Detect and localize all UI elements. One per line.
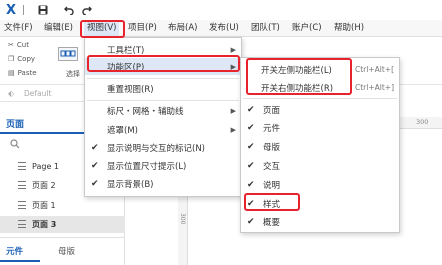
- page-item[interactable]: 页面 2: [18, 178, 56, 192]
- checkmark-icon: ✔: [247, 160, 255, 171]
- scissors-icon: ✂: [8, 41, 14, 49]
- checkmark-icon: ✔: [247, 104, 255, 115]
- menu-item-show-background[interactable]: ✔ 显示背景(B): [85, 175, 241, 192]
- checkmark-icon: ✔: [247, 179, 255, 190]
- page-label: 页面 1: [32, 200, 56, 210]
- copy-icon: ❐: [8, 55, 15, 63]
- checkmark-icon: ✔: [247, 122, 255, 133]
- menu-item-outline-panel[interactable]: ✔ 概要: [241, 213, 399, 230]
- menu-separator: [87, 100, 239, 101]
- highlight-function-area-item: [87, 55, 240, 72]
- menu-edit[interactable]: 编辑(E): [44, 20, 73, 37]
- page-label: Page 1: [32, 161, 59, 171]
- page-icon: [18, 181, 26, 189]
- menu-item-show-position-size[interactable]: ✔ 显示位置尺寸提示(L): [85, 157, 241, 174]
- save-icon[interactable]: [36, 0, 50, 20]
- copy-label: Copy: [17, 55, 36, 63]
- page-label: 页面 3: [32, 219, 57, 229]
- menu-item-ruler-grid-guides[interactable]: 标尺・网格・辅助线 ▶: [85, 102, 241, 119]
- highlight-view-menu: [80, 20, 125, 38]
- style-default-label[interactable]: Default: [24, 89, 51, 98]
- highlight-style-panel-item: [244, 193, 300, 211]
- menu-item-show-notes-markers[interactable]: ✔ 显示说明与交互的标记(N): [85, 139, 241, 156]
- clipboard-icon: ▤: [8, 69, 15, 77]
- menu-item-label: 页面: [263, 105, 281, 116]
- menu-item-mask[interactable]: 遮罩(M) ▶: [85, 121, 241, 138]
- select-mode-icon[interactable]: [58, 47, 78, 61]
- widgets-tab-underline: [0, 260, 40, 262]
- paste-button[interactable]: ▤ Paste: [8, 69, 37, 77]
- menu-publish[interactable]: 发布(U): [209, 20, 239, 37]
- menu-project[interactable]: 项目(P): [128, 20, 157, 37]
- submenu-arrow-icon: ▶: [230, 106, 236, 115]
- menu-team[interactable]: 团队(T): [251, 20, 280, 37]
- menu-separator: [243, 98, 397, 99]
- checkmark-icon: ✔: [91, 160, 99, 171]
- menu-item-shortcut: Ctrl+Alt+[: [355, 65, 394, 74]
- bottom-divider: [0, 237, 125, 238]
- redo-icon[interactable]: [80, 0, 94, 20]
- menu-item-label: 遮罩(M): [107, 125, 138, 136]
- menu-item-label: 元件: [263, 123, 281, 134]
- menu-item-label: 交互: [263, 161, 281, 172]
- title-toolbar: X: [0, 0, 442, 20]
- menu-item-notes-panel[interactable]: ✔ 说明: [241, 176, 399, 193]
- page-item[interactable]: Page 1: [18, 159, 59, 173]
- page-icon: [18, 220, 26, 228]
- page-label: 页面 2: [32, 180, 56, 190]
- cut-button[interactable]: ✂ Cut: [8, 41, 29, 49]
- menu-account[interactable]: 账户(C): [292, 20, 322, 37]
- paste-label: Paste: [17, 69, 37, 77]
- cut-label: Cut: [16, 41, 29, 49]
- menu-layout[interactable]: 布局(A): [168, 20, 197, 37]
- submenu-arrow-icon: ▶: [230, 45, 236, 54]
- menu-help[interactable]: 帮助(H): [334, 20, 364, 37]
- menu-file[interactable]: 文件(F): [4, 20, 33, 37]
- style-icon: ⬖: [8, 89, 15, 98]
- undo-icon[interactable]: [62, 0, 76, 20]
- checkmark-icon: ✔: [91, 178, 99, 189]
- menu-item-interactions-panel[interactable]: ✔ 交互: [241, 157, 399, 174]
- divider: [23, 5, 24, 15]
- app-logo: X: [5, 2, 17, 18]
- ruler-value: 300: [416, 118, 429, 126]
- menu-item-pages-panel[interactable]: ✔ 页面: [241, 101, 399, 118]
- menu-item-label: 标尺・网格・辅助线: [107, 106, 184, 117]
- checkmark-icon: ✔: [247, 141, 255, 152]
- page-item-selected[interactable]: 页面 3: [18, 217, 56, 231]
- menu-item-label: 概要: [263, 217, 281, 228]
- submenu-arrow-icon: ▶: [230, 125, 236, 134]
- menu-item-widgets-panel[interactable]: ✔ 元件: [241, 119, 399, 136]
- vertical-ruler-value: 300: [179, 213, 186, 225]
- menu-bar: 文件(F) 编辑(E) 视图(V) 项目(P) 布局(A) 发布(U) 团队(T…: [0, 20, 442, 37]
- menu-item-label: 显示位置尺寸提示(L): [107, 161, 187, 172]
- page-icon: [18, 201, 26, 209]
- checkmark-icon: ✔: [91, 142, 99, 153]
- copy-button[interactable]: ❐ Copy: [8, 55, 35, 63]
- tab-masters[interactable]: 母版: [58, 245, 75, 257]
- menu-item-label: 母版: [263, 142, 281, 153]
- tab-widgets[interactable]: 元件: [6, 245, 23, 257]
- menu-item-label: 说明: [263, 180, 281, 191]
- menu-item-label: 重置视图(R): [107, 84, 154, 95]
- search-icon[interactable]: [10, 139, 20, 151]
- menu-item-label: 显示说明与交互的标记(N): [107, 143, 205, 154]
- menu-item-label: 工具栏(T): [107, 45, 145, 56]
- page-item[interactable]: 页面 1: [18, 198, 56, 212]
- menu-item-masters-panel[interactable]: ✔ 母版: [241, 138, 399, 155]
- tab-pages[interactable]: 页面: [6, 117, 24, 130]
- menu-item-shortcut: Ctrl+Alt+]: [355, 83, 394, 92]
- select-mode-label: 选择: [66, 70, 80, 78]
- highlight-toggle-panel-items: [246, 58, 352, 95]
- checkmark-icon: ✔: [247, 216, 255, 227]
- menu-item-reset-view[interactable]: 重置视图(R): [85, 80, 241, 97]
- menu-item-label: 显示背景(B): [107, 179, 154, 190]
- page-icon: [18, 162, 26, 170]
- menu-separator: [87, 78, 239, 79]
